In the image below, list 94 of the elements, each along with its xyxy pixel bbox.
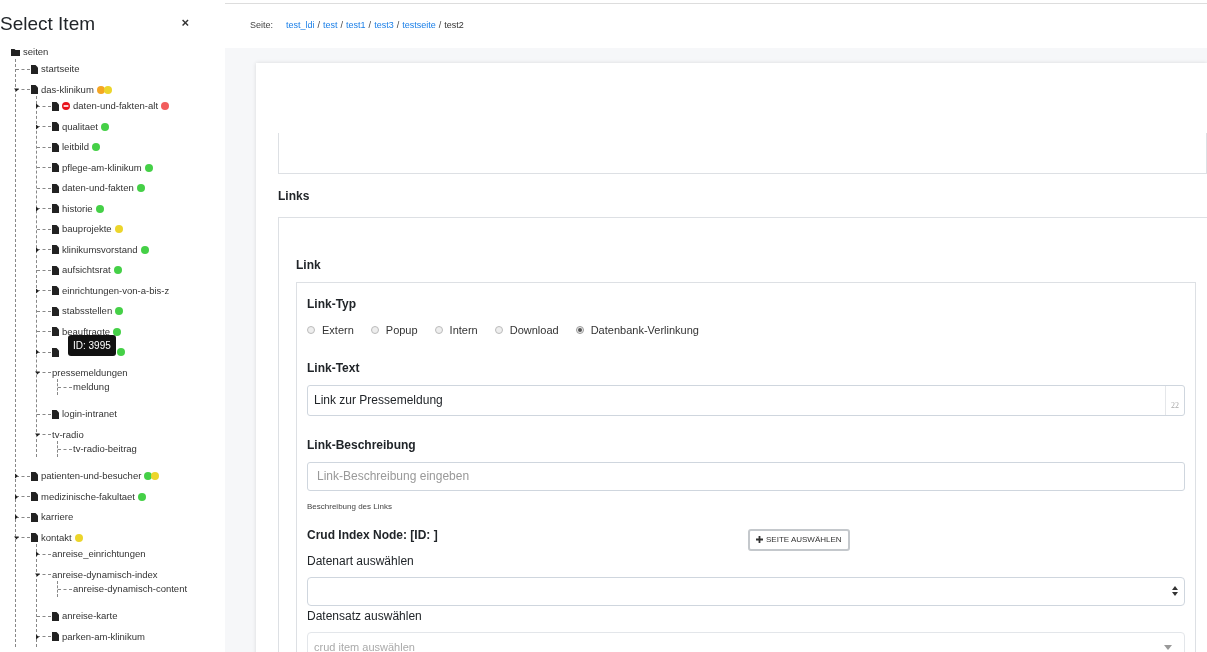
tree-item-label[interactable]: meldung: [73, 379, 110, 395]
caret-right-icon[interactable]: [14, 494, 19, 500]
caret-down-icon[interactable]: [35, 370, 40, 376]
caret-down-icon[interactable]: [14, 87, 19, 93]
link-text-label: Link-Text: [307, 359, 361, 377]
file-icon: [31, 533, 38, 543]
character-counter: 22: [1165, 385, 1184, 415]
tree-item-label[interactable]: tv-radio: [52, 427, 84, 442]
radio-button[interactable]: [434, 326, 443, 335]
file-icon: [31, 471, 38, 481]
tree-item-label[interactable]: bauprojekte: [62, 222, 112, 237]
tooltip: ID: 3995: [68, 335, 116, 356]
radio-button[interactable]: [370, 326, 379, 335]
record-label: Datensatz auswählen: [307, 607, 423, 625]
breadcrumb-link[interactable]: testseite: [402, 19, 436, 33]
help-text: Beschreibung des Links: [307, 500, 393, 513]
tree-item-label[interactable]: karriere: [41, 510, 74, 525]
crud-node-label: Crud Index Node: [ID: ]: [307, 526, 439, 544]
breadcrumb-separator: /: [340, 19, 344, 33]
tree-item-label[interactable]: tv-radio-beitrag: [73, 441, 137, 457]
link-type-option[interactable]: Popup: [370, 322, 418, 339]
tree-item-label[interactable]: leitbild: [62, 140, 89, 155]
file-icon: [52, 611, 59, 621]
radio-button[interactable]: [494, 326, 503, 335]
tree-item-label[interactable]: stabsstellen: [62, 304, 113, 319]
link-type-option[interactable]: Datenbank-Verlinkung: [575, 322, 699, 339]
caret-down-icon: [1164, 644, 1172, 650]
select-page-button[interactable]: SEITE AUSWÄHLEN: [748, 528, 850, 551]
link-description-field[interactable]: Link-Beschreibung eingeben: [307, 461, 1185, 491]
caret-down-icon[interactable]: [14, 535, 19, 541]
caret-right-icon[interactable]: [35, 247, 40, 253]
file-icon: [52, 101, 59, 111]
tree-item-label[interactable]: das-klinikum: [41, 82, 94, 97]
tree-item-label[interactable]: anreise-karte: [62, 609, 118, 624]
radio-button[interactable]: [307, 326, 315, 335]
tree-item-label[interactable]: klinikumsvorstand: [62, 242, 138, 257]
link-heading: Link: [296, 257, 322, 274]
breadcrumb-separator: /: [317, 19, 321, 33]
datatype-label: Datenart auswählen: [307, 552, 415, 570]
link-type-label: Link-Typ: [307, 296, 358, 313]
tree-item-label[interactable]: parken-am-klinikum: [62, 629, 145, 644]
breadcrumb-link[interactable]: test3: [374, 19, 394, 33]
breadcrumb-current: test2: [444, 19, 464, 33]
breadcrumb-link[interactable]: test1: [346, 19, 366, 33]
link-type-option[interactable]: Extern: [307, 322, 354, 339]
tree-item-label[interactable]: pressemeldungen: [52, 365, 128, 380]
caret-right-icon[interactable]: [35, 349, 40, 355]
caret-right-icon[interactable]: [35, 288, 40, 294]
caret-right-icon[interactable]: [35, 124, 40, 130]
tree-item-label[interactable]: kontakt: [41, 530, 72, 545]
tree-item-label[interactable]: patienten-und-besucher: [41, 469, 142, 484]
file-icon: [52, 632, 59, 642]
radio-button[interactable]: [575, 326, 584, 335]
file-icon: [31, 64, 38, 74]
section-heading: Links: [278, 188, 311, 205]
link-type-option[interactable]: Intern: [434, 322, 478, 339]
breadcrumb-separator: /: [396, 19, 400, 33]
caret-down-icon[interactable]: [35, 572, 40, 578]
breadcrumb-label: Seite:: [250, 19, 273, 33]
folder-icon: [11, 49, 20, 56]
panel-title: Select Item: [0, 13, 96, 33]
tree-item-label[interactable]: pflege-am-klinikum: [62, 160, 142, 175]
breadcrumb-link[interactable]: test: [323, 19, 338, 33]
breadcrumb-separator: /: [368, 19, 372, 33]
caret-right-icon[interactable]: [14, 473, 19, 479]
tree-item-label[interactable]: anreise_einrichtungen: [52, 547, 146, 562]
link-text-field[interactable]: Link zur Pressemeldung 22: [307, 384, 1185, 416]
link-type-option[interactable]: Download: [494, 322, 559, 339]
tree-item-label[interactable]: aufsichtsrat: [62, 263, 111, 278]
plus-icon: [756, 536, 763, 543]
tree-item-label[interactable]: einrichtungen-von-a-bis-z: [62, 283, 170, 298]
file-icon: [31, 85, 38, 95]
caret-right-icon[interactable]: [35, 206, 40, 212]
tree-item-label[interactable]: login-intranet: [62, 407, 117, 422]
caret-down-icon[interactable]: [35, 432, 40, 438]
tree-item-label[interactable]: daten-und-fakten: [62, 181, 134, 196]
link-description-label: Link-Beschreibung: [307, 436, 417, 454]
updown-caret-icon: [1172, 586, 1178, 596]
caret-right-icon[interactable]: [35, 551, 40, 557]
caret-right-icon[interactable]: [35, 634, 40, 640]
tree-item-label[interactable]: startseite: [41, 62, 80, 77]
tree-item-label[interactable]: qualitaet: [62, 119, 98, 134]
caret-right-icon[interactable]: [14, 514, 19, 520]
tree-item-label[interactable]: anreise-dynamisch-index: [52, 567, 158, 582]
breadcrumb-link[interactable]: test_ldi: [286, 19, 315, 33]
tree-item-label[interactable]: anreise-dynamisch-content: [73, 581, 188, 597]
tree-item-label[interactable]: seiten: [23, 45, 49, 60]
breadcrumb-separator: /: [438, 19, 442, 33]
tree-item-label[interactable]: historie: [62, 201, 93, 216]
file-icon: [52, 409, 59, 419]
tree-item-label[interactable]: daten-und-fakten-alt: [73, 99, 159, 114]
tree-item-label[interactable]: medizinische-fakultaet: [41, 489, 135, 504]
caret-right-icon[interactable]: [35, 103, 40, 109]
close-button[interactable]: ×: [177, 13, 193, 33]
